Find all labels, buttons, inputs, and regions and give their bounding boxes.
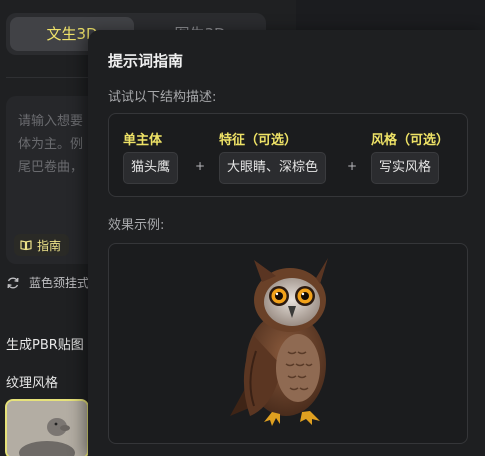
- guide-button[interactable]: 指南: [14, 234, 70, 256]
- plus-sign: +: [195, 159, 206, 173]
- refresh-icon: [7, 277, 19, 288]
- slot-chip-subject: 猫头鹰: [123, 152, 179, 184]
- prompt-structure: 单主体 猫头鹰 + 特征（可选） 大眼睛、深棕色 + 风格（可选） 写实风格: [108, 113, 468, 197]
- suggestion-text: 蓝色颈挂式: [29, 276, 90, 290]
- suggestion-row[interactable]: 蓝色颈挂式: [6, 274, 89, 291]
- plus-sign: +: [347, 159, 358, 173]
- slot-chip-style: 写实风格: [371, 152, 440, 184]
- slot-chip-features: 大眼睛、深棕色: [219, 152, 327, 184]
- prompt-guide-popup: 提示词指南 试试以下结构描述: 单主体 猫头鹰 + 特征（可选） 大眼睛、深棕色…: [88, 30, 485, 456]
- popup-title: 提示词指南: [108, 52, 184, 70]
- texture-style-thumbnail[interactable]: [5, 399, 89, 456]
- book-icon: [20, 240, 32, 251]
- popup-subtitle: 试试以下结构描述:: [108, 90, 217, 105]
- preview-top-bar: [296, 0, 485, 30]
- slot-label-style: 风格（可选）: [371, 133, 450, 148]
- example-label: 效果示例:: [108, 218, 165, 233]
- texture-style-label: 纹理风格: [6, 376, 59, 391]
- example-image-frame: [108, 243, 468, 444]
- slot-label-features: 特征（可选）: [219, 133, 298, 148]
- owl-example-image: [230, 258, 328, 426]
- seal-thumbnail-image: [7, 401, 87, 456]
- slot-label-subject: 单主体: [123, 133, 163, 148]
- pbr-label: 生成PBR贴图: [6, 338, 84, 353]
- guide-button-label: 指南: [37, 238, 62, 253]
- prompt-placeholder: 请输入想要 体为主。例 尾巴卷曲，: [18, 114, 84, 175]
